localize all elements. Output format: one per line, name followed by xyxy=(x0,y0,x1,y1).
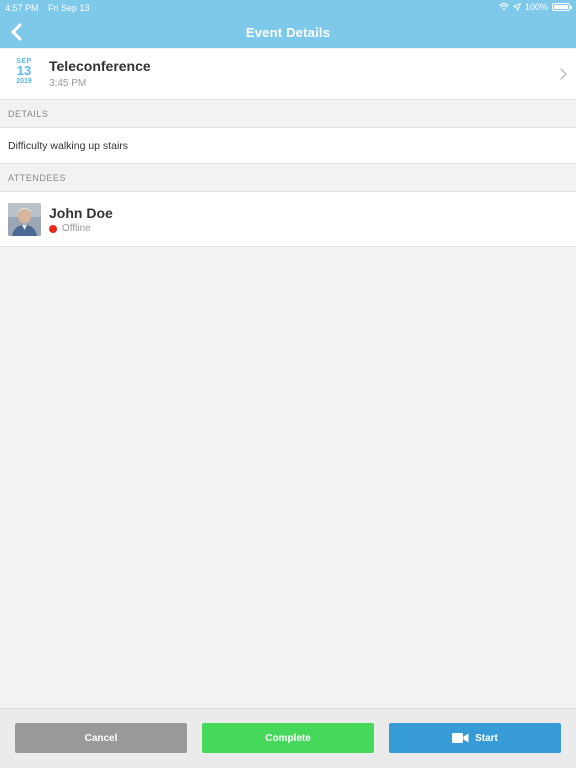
attendee-row[interactable]: John Doe Offline xyxy=(0,192,576,247)
navigation-bar: 4:57 PM Fri Sep 13 100% Event Details xyxy=(0,0,576,48)
presence-label: Offline xyxy=(62,223,91,234)
status-date: Fri Sep 13 xyxy=(48,3,90,13)
event-title: Teleconference xyxy=(49,58,151,74)
presence-status: Offline xyxy=(49,223,91,234)
wifi-icon xyxy=(498,3,509,11)
complete-button[interactable]: Complete xyxy=(202,723,374,753)
location-arrow-icon xyxy=(512,3,521,11)
video-camera-icon xyxy=(452,733,469,743)
status-indicators: 100% xyxy=(498,2,572,12)
status-time: 4:57 PM xyxy=(5,3,39,13)
event-year: 2019 xyxy=(16,78,32,85)
start-button[interactable]: Start xyxy=(389,723,561,753)
action-bar: Cancel Complete Start xyxy=(0,708,576,768)
offline-status-dot-icon xyxy=(49,224,57,233)
event-summary-row[interactable]: SEP 13 2019 Teleconference 3:45 PM xyxy=(0,49,576,100)
event-day: 13 xyxy=(16,63,32,78)
avatar xyxy=(8,203,41,236)
start-button-label: Start xyxy=(475,732,498,744)
cancel-button[interactable]: Cancel xyxy=(15,723,187,753)
page-title: Event Details xyxy=(245,25,331,40)
attendee-name: John Doe xyxy=(49,205,113,221)
cancel-button-label: Cancel xyxy=(84,732,118,744)
chevron-right-icon xyxy=(560,68,567,80)
complete-button-label: Complete xyxy=(265,732,311,744)
attendees-section-header: ATTENDEES xyxy=(0,165,576,192)
avatar-image xyxy=(8,203,41,236)
battery-icon xyxy=(552,3,572,11)
details-section-header: DETAILS xyxy=(0,101,576,128)
status-bar: 4:57 PM Fri Sep 13 100% xyxy=(0,0,576,16)
battery-percent: 100% xyxy=(524,2,548,12)
event-date-badge: SEP 13 2019 xyxy=(10,58,38,85)
details-text: Difficulty walking up stairs xyxy=(0,128,576,164)
event-time: 3:45 PM xyxy=(49,78,87,89)
